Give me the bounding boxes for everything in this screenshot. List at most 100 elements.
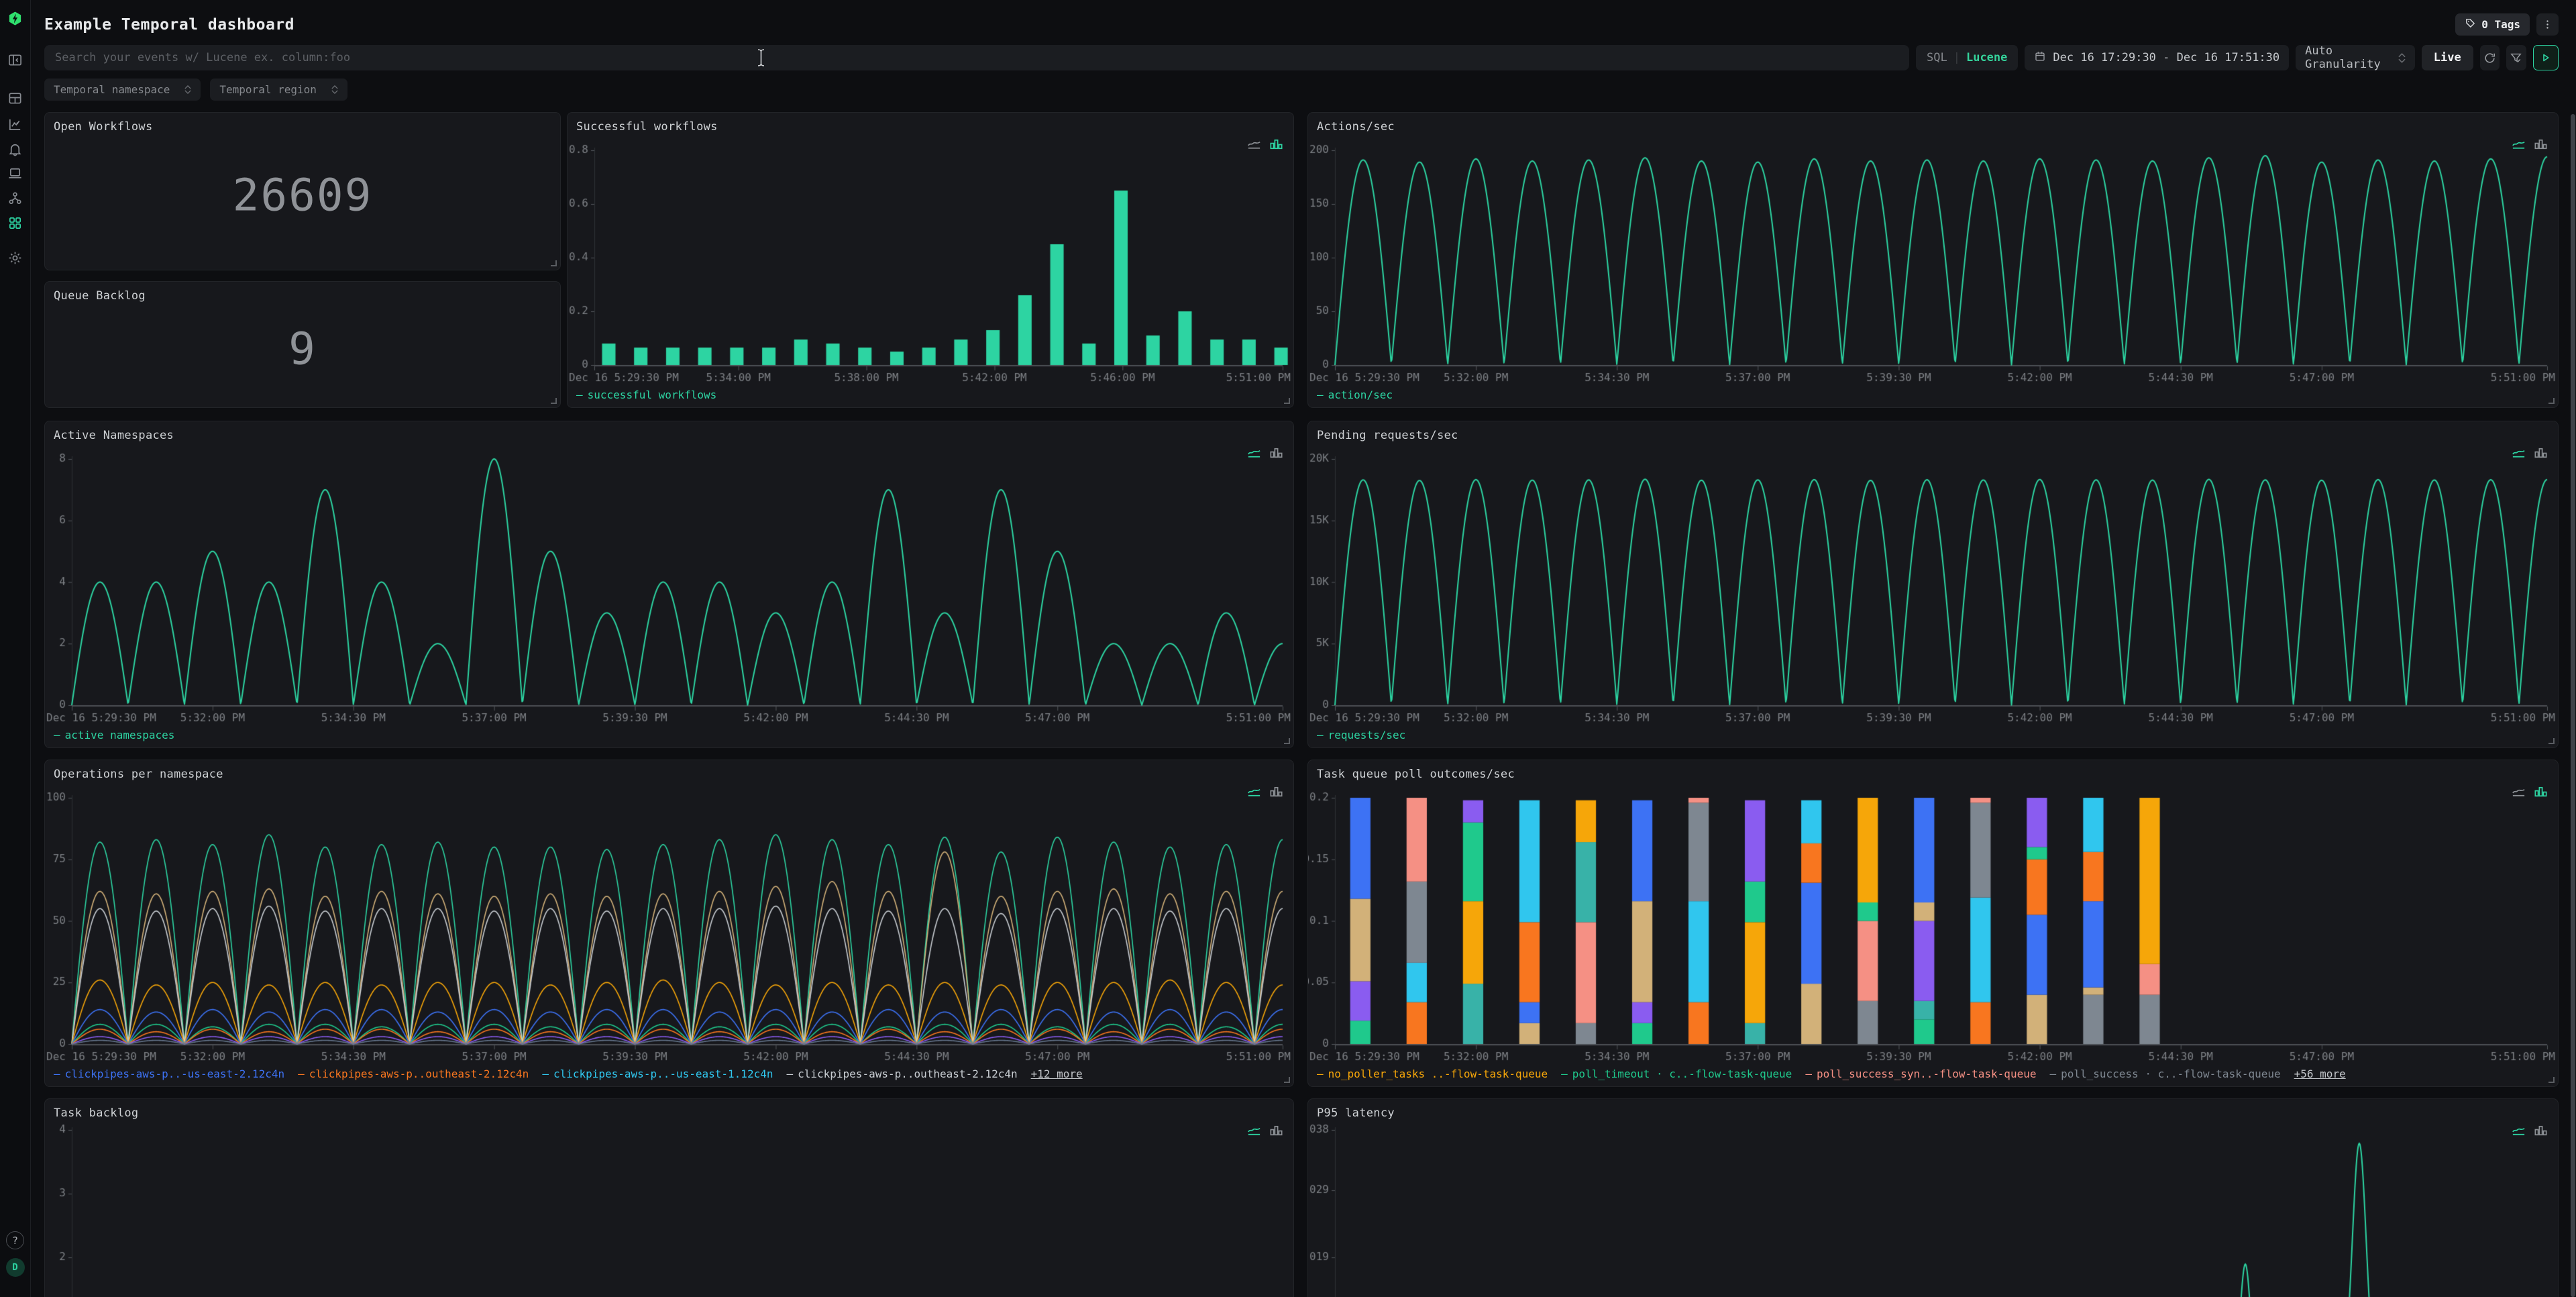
panel-title: P95 latency bbox=[1317, 1106, 1395, 1120]
bar-chart-icon[interactable] bbox=[2533, 137, 2548, 152]
live-button[interactable]: Live bbox=[2422, 45, 2473, 70]
legend-item[interactable]: —poll_success_syn..-flow-task-queue bbox=[1805, 1068, 2036, 1080]
sidebar: ? D bbox=[0, 0, 31, 1297]
resize-handle[interactable] bbox=[2548, 738, 2555, 744]
dashboards-icon[interactable] bbox=[7, 214, 24, 231]
filter-row: Temporal namespace Temporal region bbox=[44, 79, 347, 101]
refresh-icon bbox=[2483, 52, 2496, 64]
calendar-icon bbox=[2034, 50, 2046, 66]
pending-requests-chart[interactable] bbox=[1308, 421, 2558, 747]
task-backlog-chart[interactable] bbox=[45, 1099, 1293, 1297]
area-chart-icon[interactable] bbox=[2511, 137, 2526, 152]
task-queue-poll-chart[interactable] bbox=[1308, 760, 2558, 1086]
axiom-logo-icon[interactable] bbox=[7, 9, 24, 27]
filter-label: Temporal namespace bbox=[54, 83, 170, 96]
chart-type-toggles bbox=[1246, 1123, 1284, 1139]
panel-title: Task queue poll outcomes/sec bbox=[1317, 768, 1515, 781]
mode-divider: | bbox=[1953, 51, 1960, 64]
resize-handle[interactable] bbox=[1284, 398, 1290, 404]
area-chart-icon[interactable] bbox=[2511, 446, 2526, 461]
chart-legend: —clickpipes-aws-p..-us-east-2.12c4n —clic… bbox=[54, 1068, 1083, 1080]
area-chart-icon[interactable] bbox=[1246, 1123, 1262, 1139]
date-range-picker[interactable]: Dec 16 17:29:30 - Dec 16 17:51:30 bbox=[2025, 45, 2289, 70]
tags-button[interactable]: 0 Tags bbox=[2455, 13, 2530, 36]
legend-item[interactable]: —clickpipes-aws-p..outheast-2.12c4n bbox=[298, 1068, 529, 1080]
actions-sec-chart[interactable] bbox=[1308, 113, 2558, 407]
bar-chart-icon[interactable] bbox=[1269, 784, 1284, 800]
flows-icon[interactable] bbox=[7, 189, 24, 207]
kebab-icon bbox=[2542, 19, 2553, 30]
chevron-updown-icon bbox=[331, 85, 338, 94]
legend-item[interactable]: —clickpipes-aws-p..-us-east-1.12c4n bbox=[542, 1068, 773, 1080]
bar-chart-icon[interactable] bbox=[2533, 446, 2548, 461]
tags-label: 0 Tags bbox=[2481, 18, 2520, 31]
active-namespaces-chart[interactable] bbox=[45, 421, 1293, 747]
operations-per-namespace-chart[interactable] bbox=[45, 760, 1293, 1086]
filter-temporal-namespace[interactable]: Temporal namespace bbox=[44, 79, 201, 101]
header-actions: 0 Tags bbox=[2455, 13, 2559, 36]
legend-item[interactable]: —clickpipes-aws-p..outheast-2.12c4n bbox=[786, 1068, 1017, 1080]
resize-handle[interactable] bbox=[1284, 1077, 1290, 1083]
legend-more[interactable]: +12 more bbox=[1031, 1068, 1083, 1080]
chart-type-toggles bbox=[2511, 137, 2548, 152]
area-chart-icon[interactable] bbox=[1246, 446, 1262, 461]
query-mode-toggle[interactable]: SQL | Lucene bbox=[1916, 45, 2018, 70]
resize-handle[interactable] bbox=[551, 398, 557, 404]
user-avatar[interactable]: D bbox=[6, 1258, 25, 1277]
area-chart-icon[interactable] bbox=[1246, 784, 1262, 800]
resize-handle[interactable] bbox=[2548, 398, 2555, 404]
mode-lucene[interactable]: Lucene bbox=[1966, 51, 2007, 64]
panel-pending-requests: Pending requests/sec—requests/sec bbox=[1307, 421, 2559, 748]
collapse-panel-icon[interactable] bbox=[7, 51, 24, 68]
chart-type-toggles bbox=[1246, 137, 1284, 152]
chevron-updown-icon bbox=[184, 85, 191, 94]
resize-handle[interactable] bbox=[551, 260, 557, 266]
bar-chart-icon[interactable] bbox=[1269, 1123, 1284, 1139]
legend-more[interactable]: +56 more bbox=[2294, 1068, 2346, 1080]
bar-chart-icon[interactable] bbox=[1269, 137, 1284, 152]
successful-workflows-chart[interactable] bbox=[568, 113, 1293, 407]
legend-item[interactable]: —requests/sec bbox=[1317, 729, 1405, 741]
datasets-icon[interactable] bbox=[7, 89, 24, 107]
analytics-icon[interactable] bbox=[7, 115, 24, 133]
mode-sql[interactable]: SQL bbox=[1927, 51, 1947, 64]
legend-item[interactable]: —poll_timeout · c..-flow-task-queue bbox=[1561, 1068, 1792, 1080]
area-chart-icon[interactable] bbox=[2511, 784, 2526, 800]
panel-open-workflows: Open Workflows 26609 bbox=[44, 112, 561, 270]
p95-latency-chart[interactable] bbox=[1308, 1099, 2558, 1297]
refresh-button[interactable] bbox=[2480, 45, 2500, 70]
panel-actions-sec: Actions/sec—action/sec bbox=[1307, 112, 2559, 408]
granularity-select[interactable]: Auto Granularity bbox=[2296, 45, 2415, 70]
resize-handle[interactable] bbox=[1284, 738, 1290, 744]
legend-item[interactable]: —action/sec bbox=[1317, 388, 1393, 401]
filter-temporal-region[interactable]: Temporal region bbox=[210, 79, 347, 101]
scrollbar-thumb[interactable] bbox=[2571, 114, 2575, 1297]
settings-gear-icon[interactable] bbox=[7, 249, 24, 266]
alerts-bell-icon[interactable] bbox=[7, 140, 24, 158]
legend-item[interactable]: —successful workflows bbox=[576, 388, 716, 401]
legend-item[interactable]: —poll_success · c..-flow-task-queue bbox=[2049, 1068, 2280, 1080]
area-chart-icon[interactable] bbox=[2511, 1123, 2526, 1139]
search-input[interactable] bbox=[44, 45, 1909, 70]
resize-handle[interactable] bbox=[2548, 1077, 2555, 1083]
chart-type-toggles bbox=[2511, 446, 2548, 461]
panel-queue-backlog: Queue Backlog 9 bbox=[44, 281, 561, 408]
bar-chart-icon[interactable] bbox=[2533, 784, 2548, 800]
live-label: Live bbox=[2434, 51, 2461, 64]
legend-item[interactable]: —no_poller_tasks ..-flow-task-queue bbox=[1317, 1068, 1548, 1080]
stream-monitor-icon[interactable] bbox=[7, 164, 24, 182]
panel-title: Active Namespaces bbox=[54, 429, 174, 442]
bar-chart-icon[interactable] bbox=[2533, 1123, 2548, 1139]
legend-item[interactable]: —active namespaces bbox=[54, 729, 174, 741]
bar-chart-icon[interactable] bbox=[1269, 446, 1284, 461]
run-query-button[interactable] bbox=[2533, 45, 2559, 70]
legend-item[interactable]: —clickpipes-aws-p..-us-east-2.12c4n bbox=[54, 1068, 284, 1080]
area-chart-icon[interactable] bbox=[1246, 137, 1262, 152]
filter-edit-button[interactable] bbox=[2506, 45, 2526, 70]
filter-icon bbox=[2510, 52, 2522, 64]
tag-icon bbox=[2465, 17, 2476, 32]
queue-backlog-value: 9 bbox=[45, 323, 560, 374]
panel-title: Operations per namespace bbox=[54, 768, 223, 781]
help-button[interactable]: ? bbox=[6, 1231, 24, 1249]
more-menu-button[interactable] bbox=[2536, 13, 2559, 36]
